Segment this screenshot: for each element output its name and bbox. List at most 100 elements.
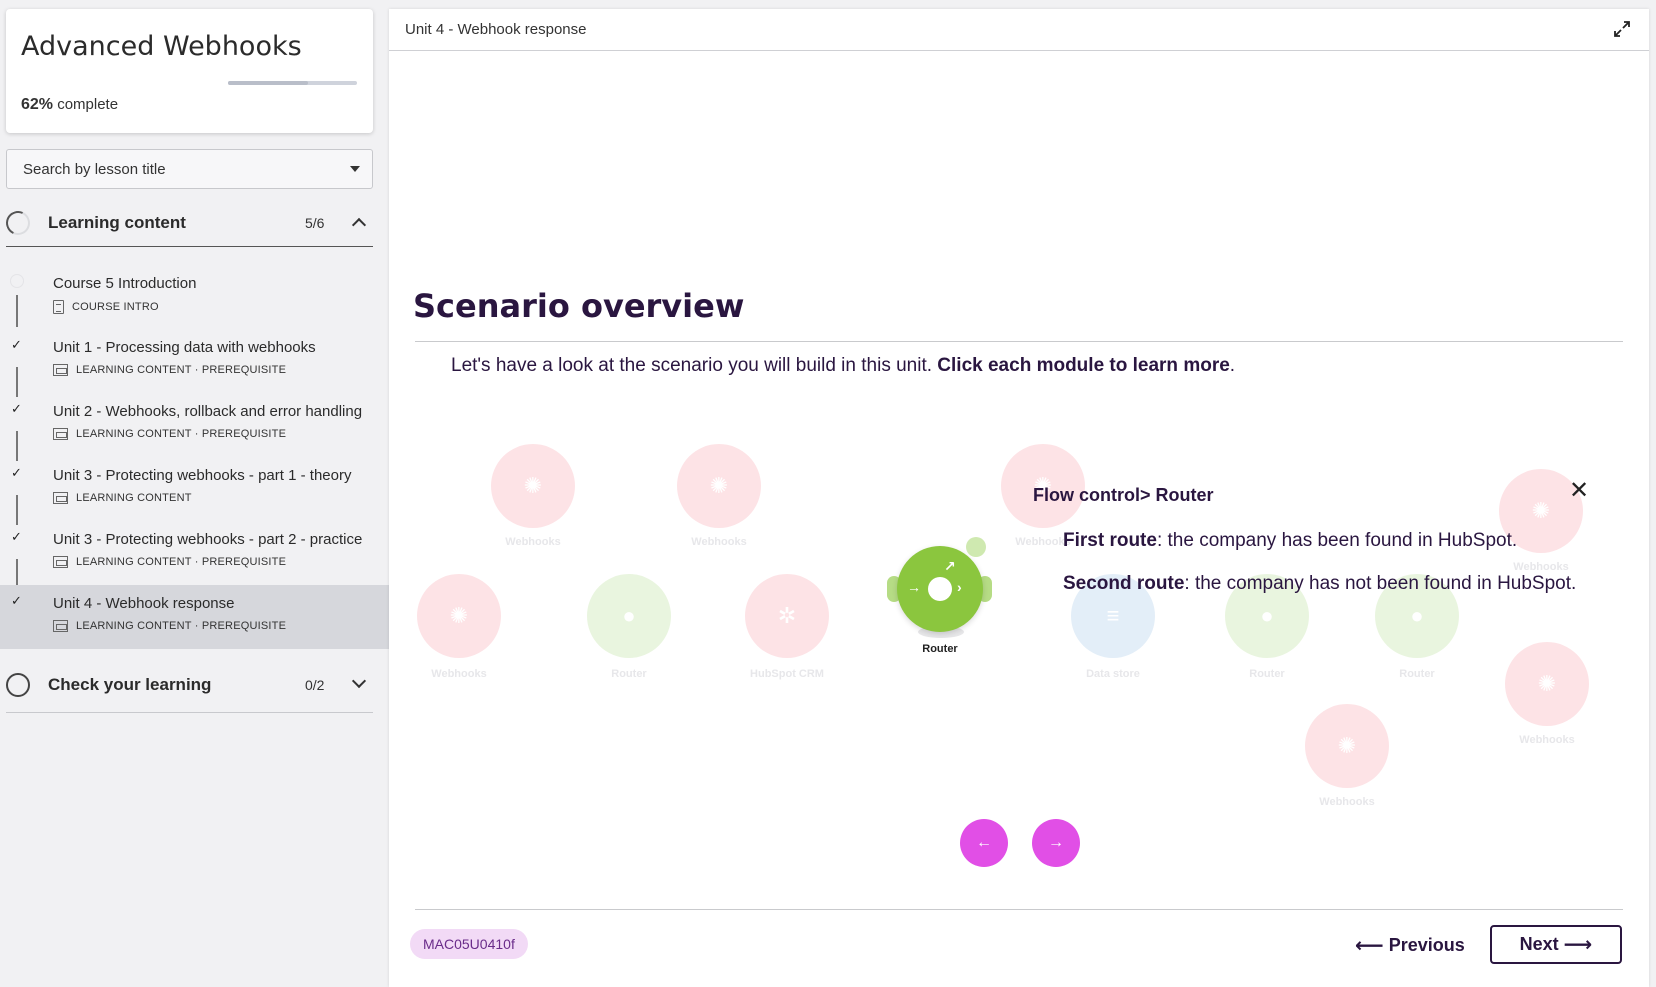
lesson-meta-text: LEARNING CONTENT · PREREQUISITE — [76, 620, 287, 632]
section-count: 5/6 — [305, 215, 325, 231]
module-label: Router — [1249, 668, 1285, 680]
chevron-up-icon[interactable] — [351, 217, 367, 233]
module-label: Data store — [1086, 668, 1140, 680]
lesson-title: Unit 3 - Protecting webhooks - part 1 - … — [53, 467, 352, 484]
database-icon: ≡ — [1106, 603, 1120, 628]
footer-divider — [415, 909, 1623, 910]
lesson-meta: LEARNING CONTENT · PREREQUISITE — [53, 556, 286, 568]
lesson-meta-text: LEARNING CONTENT — [76, 492, 192, 504]
lesson-title: Course 5 Introduction — [53, 275, 197, 292]
webhook-icon: ✺ — [523, 473, 543, 498]
lesson-code-badge: MAC05U0410f — [410, 929, 528, 959]
router-icon: ● — [1260, 603, 1274, 628]
lesson-item[interactable]: ✓ Unit 2 - Webhooks, rollback and error … — [0, 393, 389, 461]
lesson-meta-text: LEARNING CONTENT · PREREQUISITE — [76, 556, 287, 568]
slide-previous-button[interactable]: ← — [960, 819, 1008, 867]
breadcrumb: Unit 4 - Webhook response — [405, 21, 587, 38]
next-button[interactable]: Next ⟶ — [1490, 925, 1622, 964]
router-core — [928, 577, 952, 601]
module-label: HubSpot CRM — [750, 668, 824, 680]
lesson-meta: LEARNING CONTENT · PREREQUISITE — [53, 428, 286, 440]
router-icon: ● — [1410, 603, 1424, 628]
lesson-item-active[interactable]: ✓ Unit 4 - Webhook response LEARNING CON… — [0, 585, 389, 649]
webhooks-module-faded[interactable]: ✺ — [491, 444, 575, 528]
sidebar: Advanced Webhooks 62% complete Search by… — [0, 0, 389, 987]
section-check-your-learning[interactable]: Check your learning 0/2 — [6, 662, 373, 708]
arrow-right-icon: → — [907, 579, 921, 595]
section-divider — [6, 712, 373, 713]
intro-text: Let's have a look at the scenario you wi… — [451, 355, 1235, 377]
progress-text: 62% complete — [21, 96, 118, 114]
lesson-item[interactable]: ✓ Unit 1 - Processing data with webhooks… — [0, 329, 389, 397]
checkmark-icon: ✓ — [11, 337, 22, 352]
lesson-title: Unit 2 - Webhooks, rollback and error ha… — [53, 403, 363, 420]
lesson-meta: LEARNING CONTENT — [53, 492, 192, 504]
chevron-right-icon: › — [957, 579, 962, 595]
module-label: Webhooks — [1319, 796, 1375, 808]
second-route-label: Second route — [1063, 573, 1185, 594]
lesson-title: Unit 1 - Processing data with webhooks — [53, 339, 316, 356]
router-label: Router — [922, 643, 958, 655]
section-count: 0/2 — [305, 677, 325, 693]
arrow-left-icon: ⟵ — [1355, 935, 1384, 957]
webhooks-module-faded[interactable]: ✺ — [417, 574, 501, 658]
lesson-meta-text: LEARNING CONTENT · PREREQUISITE — [76, 428, 287, 440]
intro-end: . — [1229, 355, 1236, 376]
lesson-meta: LEARNING CONTENT · PREREQUISITE — [53, 620, 286, 632]
progress-suffix: complete — [57, 96, 119, 113]
status-dot-icon — [10, 274, 24, 288]
section-label: Learning content — [48, 213, 186, 232]
timeline-line — [16, 295, 18, 327]
lesson-panel: Unit 4 - Webhook response Scenario overv… — [389, 9, 1649, 987]
document-icon — [53, 300, 64, 314]
close-icon[interactable]: ✕ — [1569, 476, 1589, 505]
module-label: Router — [611, 668, 647, 680]
course-card: Advanced Webhooks 62% complete — [6, 9, 373, 133]
progress-bar — [228, 81, 357, 85]
slides-icon — [53, 364, 68, 376]
lesson-item[interactable]: ✓ Unit 3 - Protecting webhooks - part 1 … — [0, 457, 389, 525]
router-module-faded[interactable]: ● — [587, 574, 671, 658]
chevron-down-icon[interactable] — [351, 673, 367, 689]
lesson-meta: COURSE INTRO — [53, 300, 159, 314]
section-learning-content[interactable]: Learning content 5/6 — [2, 200, 373, 246]
course-title: Advanced Webhooks — [21, 31, 302, 62]
section-label: Check your learning — [48, 675, 212, 694]
module-label: Webhooks — [505, 536, 561, 548]
router-icon: ● — [622, 603, 636, 628]
progress-ring-icon — [6, 673, 30, 697]
router-module[interactable]: → › ↗ — [897, 546, 983, 632]
slides-icon — [53, 620, 68, 632]
slides-icon — [53, 428, 68, 440]
checkmark-icon: ✓ — [11, 593, 22, 608]
arrow-up-right-icon: ↗ — [944, 558, 956, 574]
lesson-meta-text: COURSE INTRO — [72, 301, 159, 313]
checkmark-icon: ✓ — [11, 529, 22, 544]
webhooks-module-faded[interactable]: ✺ — [1305, 704, 1389, 788]
slides-icon — [53, 556, 68, 568]
webhook-icon: ✺ — [1531, 498, 1551, 523]
arrow-right-icon: ⟶ — [1563, 934, 1593, 956]
lesson-item[interactable]: ✓ Unit 3 - Protecting webhooks - part 2 … — [0, 521, 389, 589]
lesson-item[interactable]: Course 5 Introduction COURSE INTRO — [0, 265, 389, 329]
webhook-icon: ✺ — [1537, 671, 1557, 696]
webhook-icon: ✺ — [1337, 733, 1357, 758]
webhooks-module-faded[interactable]: ✺ — [1505, 642, 1589, 726]
lesson-meta: LEARNING CONTENT · PREREQUISITE — [53, 364, 286, 376]
lesson-title: Unit 4 - Webhook response — [53, 595, 235, 612]
webhooks-module-faded[interactable]: ✺ — [677, 444, 761, 528]
slides-icon — [53, 492, 68, 504]
hubspot-module-faded[interactable]: ✲ — [745, 574, 829, 658]
lesson-topbar: Unit 4 - Webhook response — [389, 9, 1649, 51]
section-divider — [6, 246, 373, 247]
hubspot-icon: ✲ — [777, 603, 797, 628]
intro-bold: Click each module to learn more — [937, 355, 1230, 376]
arrow-right-icon: → — [1048, 834, 1064, 851]
lesson-meta-text: LEARNING CONTENT · PREREQUISITE — [76, 364, 287, 376]
lesson-search-select[interactable]: Search by lesson title — [6, 149, 373, 189]
slide-next-button[interactable]: → — [1032, 819, 1080, 867]
expand-icon[interactable] — [1613, 20, 1631, 38]
module-label: Webhooks — [431, 668, 487, 680]
page-title: Scenario overview — [413, 287, 745, 325]
previous-button[interactable]: ⟵ Previous — [1355, 933, 1465, 958]
